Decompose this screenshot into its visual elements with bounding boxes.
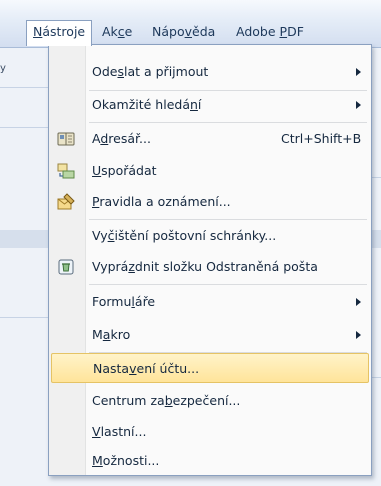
- menu-item-rules-alerts[interactable]: Pravidla a oznámení...: [51, 187, 369, 217]
- menu-item-organize[interactable]: Uspořádat: [51, 156, 369, 186]
- menubar-actions[interactable]: Akce: [96, 21, 138, 43]
- organize-icon: [57, 163, 75, 179]
- menu-separator: [89, 284, 367, 285]
- submenu-arrow-icon: [356, 101, 361, 109]
- edge-text: y: [0, 63, 6, 74]
- menu-separator: [89, 219, 367, 220]
- menubar-tools[interactable]: Nástroje: [26, 20, 93, 46]
- menu-item-customize[interactable]: Vlastní...: [51, 417, 369, 447]
- recycle-icon: [58, 259, 74, 275]
- submenu-arrow-icon: [356, 298, 361, 306]
- menu-bar: Nástroje Akce Nápověda Adobe PDF: [0, 0, 381, 48]
- shortcut-text: Ctrl+Shift+B: [281, 131, 362, 146]
- tools-dropdown-menu: Odeslat a přijmout Okamžité hledání Adre…: [48, 44, 372, 476]
- address-book-icon: [57, 132, 75, 146]
- menu-item-address-book[interactable]: Adresář... Ctrl+Shift+B: [51, 124, 369, 154]
- rules-icon: [57, 193, 75, 210]
- menu-separator: [89, 122, 367, 123]
- menubar-adobe-pdf[interactable]: Adobe PDF: [230, 21, 310, 43]
- menu-item-options[interactable]: Možnosti...: [51, 448, 369, 474]
- menu-item-instant-search[interactable]: Okamžité hledání: [51, 90, 369, 120]
- submenu-arrow-icon: [356, 68, 361, 76]
- menu-item-empty-deleted[interactable]: Vyprázdnit složku Odstraněná pošta: [51, 252, 369, 282]
- menu-item-macro[interactable]: Makro: [51, 320, 369, 350]
- menubar-help[interactable]: Nápověda: [146, 21, 221, 43]
- menu-item-mailbox-cleanup[interactable]: Vyčištění poštovní schránky...: [51, 221, 369, 251]
- menu-item-forms[interactable]: Formuláře: [51, 287, 369, 317]
- menu-item-send-receive[interactable]: Odeslat a přijmout: [51, 57, 369, 87]
- submenu-arrow-icon: [356, 331, 361, 339]
- menu-item-account-settings[interactable]: Nastavení účtu...: [51, 353, 369, 383]
- menu-item-trust-center[interactable]: Centrum zabezpečení...: [51, 386, 369, 416]
